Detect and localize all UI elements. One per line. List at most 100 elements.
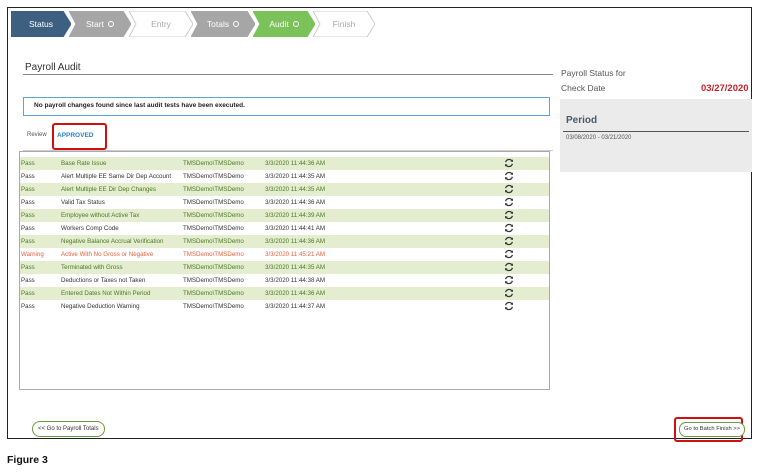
status-cell: Pass xyxy=(21,173,35,180)
audit-notice: No payroll changes found since last audi… xyxy=(23,97,550,116)
refresh-icon[interactable] xyxy=(504,184,514,194)
date-cell: 3/3/2020 11:44:36 AM xyxy=(265,160,326,167)
table-row[interactable]: Pass Terminated with Gross TMSDemo\TMSDemo… xyxy=(20,261,549,274)
refresh-icon[interactable] xyxy=(504,288,514,298)
status-cell: Pass xyxy=(21,186,35,193)
status-cell: Pass xyxy=(21,199,35,206)
tab-approved[interactable]: APPROVED xyxy=(57,132,93,139)
test-name-cell: Terminated with Gross xyxy=(61,264,123,271)
audit-results-table: Pass Base Rate Issue TMSDemo\TMSDemo 3/3/20… xyxy=(19,151,550,390)
wizard-step-audit[interactable]: Audit xyxy=(253,11,315,37)
status-cell: Warning xyxy=(21,251,44,258)
wizard-steps: Status Start Entry Totals Audit Finish xyxy=(11,11,381,37)
table-row[interactable]: Warning Active With No Gross or Negative T… xyxy=(20,248,549,261)
wizard-step-totals[interactable]: Totals xyxy=(191,11,255,37)
test-name-cell: Workers Comp Code xyxy=(61,225,119,232)
wizard-step-label: Start xyxy=(86,11,114,37)
table-row[interactable]: Pass Alert Multiple EE Dir Dep Changes TMS… xyxy=(20,183,549,196)
user-cell: TMSDemo\TMSDemo xyxy=(183,225,244,232)
date-cell: 3/3/2020 11:44:35 AM xyxy=(265,264,326,271)
user-cell: TMSDemo\TMSDemo xyxy=(183,199,244,206)
test-name-cell: Negative Deduction Warning xyxy=(61,303,140,310)
wizard-step-start[interactable]: Start xyxy=(69,11,131,37)
date-cell: 3/3/2020 11:44:35 AM xyxy=(265,186,326,193)
date-cell: 3/3/2020 11:45:21 AM xyxy=(265,251,326,258)
wizard-step-entry[interactable]: Entry xyxy=(129,11,193,37)
date-cell: 3/3/2020 11:44:36 AM xyxy=(265,290,326,297)
date-cell: 3/3/2020 11:44:36 AM xyxy=(265,199,326,206)
wizard-step-label: Totals xyxy=(207,11,240,37)
test-name-cell: Deductions or Taxes not Taken xyxy=(61,277,146,284)
user-cell: TMSDemo\TMSDemo xyxy=(183,160,244,167)
table-row[interactable]: Pass Workers Comp Code TMSDemo\TMSDemo 3/3/… xyxy=(20,222,549,235)
user-cell: TMSDemo\TMSDemo xyxy=(183,186,244,193)
user-cell: TMSDemo\TMSDemo xyxy=(183,212,244,219)
figure-caption: Figure 3 xyxy=(7,454,48,466)
go-to-payroll-totals-button[interactable]: << Go to Payroll Totals xyxy=(32,421,105,437)
step-complete-icon xyxy=(107,21,114,27)
step-complete-icon xyxy=(292,21,299,27)
user-cell: TMSDemo\TMSDemo xyxy=(183,238,244,245)
refresh-icon[interactable] xyxy=(504,197,514,207)
check-date-value: 03/27/2020 xyxy=(701,83,749,94)
status-cell: Pass xyxy=(21,277,35,284)
test-name-cell: Entered Dates Not Within Period xyxy=(61,290,151,297)
status-cell: Pass xyxy=(21,264,35,271)
refresh-icon[interactable] xyxy=(504,275,514,285)
wizard-step-label: Status xyxy=(28,19,54,29)
date-cell: 3/3/2020 11:44:36 AM xyxy=(265,238,326,245)
date-cell: 3/3/2020 11:44:35 AM xyxy=(265,173,326,180)
test-name-cell: Negative Balance Accrual Verification xyxy=(61,238,164,245)
test-name-cell: Employee without Active Tax xyxy=(61,212,140,219)
refresh-icon[interactable] xyxy=(504,210,514,220)
period-title: Period xyxy=(566,115,598,126)
wizard-step-status[interactable]: Status xyxy=(11,11,71,37)
refresh-icon[interactable] xyxy=(504,262,514,272)
title-divider xyxy=(23,74,553,75)
check-date-label: Check Date xyxy=(561,83,606,93)
refresh-icon[interactable] xyxy=(504,158,514,168)
user-cell: TMSDemo\TMSDemo xyxy=(183,277,244,284)
step-complete-icon xyxy=(233,21,240,27)
status-cell: Pass xyxy=(21,160,35,167)
tab-review[interactable]: Review xyxy=(27,132,47,138)
table-row[interactable]: Pass Negative Deduction Warning TMSDemo\TM… xyxy=(20,300,549,313)
table-row[interactable]: Pass Deductions or Taxes not Taken TMSDemo… xyxy=(20,274,549,287)
test-name-cell: Valid Tax Status xyxy=(61,199,105,206)
date-cell: 3/3/2020 11:44:39 AM xyxy=(265,212,326,219)
test-name-cell: Alert Multiple EE Dir Dep Changes xyxy=(61,186,156,193)
go-to-batch-finish-button[interactable]: Go to Batch Finish >> xyxy=(679,422,746,437)
refresh-icon[interactable] xyxy=(504,223,514,233)
wizard-step-label: Finish xyxy=(332,19,356,29)
user-cell: TMSDemo\TMSDemo xyxy=(183,264,244,271)
date-cell: 3/3/2020 11:44:37 AM xyxy=(265,303,326,310)
table-row[interactable]: Pass Valid Tax Status TMSDemo\TMSDemo 3/3/2… xyxy=(20,196,549,209)
wizard-step-finish[interactable]: Finish xyxy=(313,11,375,37)
user-cell: TMSDemo\TMSDemo xyxy=(183,173,244,180)
wizard-step-label: Entry xyxy=(151,19,171,29)
page-title: Payroll Audit xyxy=(25,62,81,73)
refresh-icon[interactable] xyxy=(504,236,514,246)
table-row[interactable]: Pass Base Rate Issue TMSDemo\TMSDemo 3/3/20… xyxy=(20,157,549,170)
payroll-status-label: Payroll Status for xyxy=(561,68,626,78)
refresh-icon[interactable] xyxy=(504,171,514,181)
status-cell: Pass xyxy=(21,303,35,310)
table-row[interactable]: Pass Employee without Active Tax TMSDemo\T… xyxy=(20,209,549,222)
table-row[interactable]: Pass Alert Multiple EE Same Dir Dep Accou… xyxy=(20,170,549,183)
user-cell: TMSDemo\TMSDemo xyxy=(183,251,244,258)
table-row[interactable]: Pass Entered Dates Not Within Period TMSDe… xyxy=(20,287,549,300)
test-name-cell: Base Rate Issue xyxy=(61,160,107,167)
table-row[interactable]: Pass Negative Balance Accrual Verificatio… xyxy=(20,235,549,248)
user-cell: TMSDemo\TMSDemo xyxy=(183,303,244,310)
period-panel: Period 03/08/2020 - 03/21/2020 xyxy=(560,99,752,172)
status-cell: Pass xyxy=(21,238,35,245)
status-cell: Pass xyxy=(21,290,35,297)
test-name-cell: Active With No Gross or Negative xyxy=(61,251,154,258)
user-cell: TMSDemo\TMSDemo xyxy=(183,290,244,297)
status-cell: Pass xyxy=(21,212,35,219)
period-divider xyxy=(563,131,749,132)
status-cell: Pass xyxy=(21,225,35,232)
refresh-icon[interactable] xyxy=(504,301,514,311)
date-cell: 3/3/2020 11:44:38 AM xyxy=(265,277,326,284)
refresh-icon[interactable] xyxy=(504,249,514,259)
